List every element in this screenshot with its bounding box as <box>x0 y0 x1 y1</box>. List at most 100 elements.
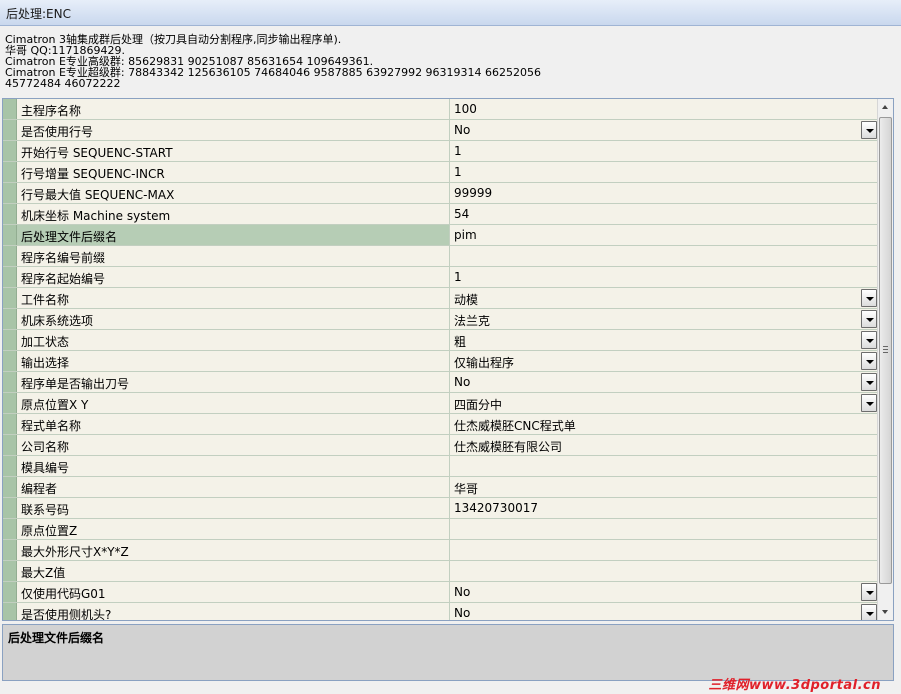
dropdown-arrow-icon[interactable] <box>861 583 877 601</box>
property-name[interactable]: 主程序名称 <box>17 99 450 119</box>
property-row[interactable]: 仅使用代码G01 No <box>3 582 878 603</box>
property-value-field[interactable]: 99999 <box>450 183 878 203</box>
dropdown-arrow-icon[interactable] <box>861 121 877 139</box>
property-value-select[interactable]: No <box>450 603 878 620</box>
property-name[interactable]: 程序单是否输出刀号 <box>17 372 450 392</box>
property-value-field[interactable]: 1 <box>450 141 878 161</box>
info-line: 45772484 46072222 <box>5 77 121 90</box>
property-name[interactable]: 仅使用代码G01 <box>17 582 450 602</box>
property-name[interactable]: 行号增量 SEQUENC-INCR <box>17 162 450 182</box>
dropdown-arrow-icon[interactable] <box>861 373 877 391</box>
property-value-field[interactable]: 1 <box>450 267 878 287</box>
property-value-select[interactable]: 动模 <box>450 288 878 308</box>
property-value-field[interactable]: 54 <box>450 204 878 224</box>
property-value-field[interactable]: 100 <box>450 99 878 119</box>
property-grid-rows: 主程序名称 100 是否使用行号 No 开始行号 SEQUENC-START 1 行号增量 … <box>3 99 878 620</box>
description-title: 后处理文件后缀名 <box>8 631 105 645</box>
property-name[interactable]: 程式单名称 <box>17 414 450 434</box>
property-name[interactable]: 是否使用行号 <box>17 120 450 140</box>
dropdown-arrow-icon[interactable] <box>861 604 877 620</box>
property-row[interactable]: 编程者 华哥 <box>3 477 878 498</box>
property-row[interactable]: 最大Z值 <box>3 561 878 582</box>
property-name[interactable]: 输出选择 <box>17 351 450 371</box>
property-value-select[interactable]: 法兰克 <box>450 309 878 329</box>
property-name[interactable]: 最大外形尺寸X*Y*Z <box>17 540 450 560</box>
property-value-field[interactable]: 华哥 <box>450 477 878 497</box>
property-row[interactable]: 原点位置Z <box>3 519 878 540</box>
property-value-field[interactable]: 13420730017 <box>450 498 878 518</box>
property-row[interactable]: 程序单是否输出刀号 No <box>3 372 878 393</box>
property-value-field[interactable] <box>450 540 878 560</box>
property-row[interactable]: 是否使用侧机头? No <box>3 603 878 620</box>
property-name[interactable]: 加工状态 <box>17 330 450 350</box>
property-name[interactable]: 是否使用侧机头? <box>17 603 450 620</box>
property-name[interactable]: 后处理文件后缀名 <box>17 225 450 245</box>
window-title: 后处理:ENC <box>6 7 71 21</box>
dropdown-arrow-icon[interactable] <box>861 331 877 349</box>
property-value-select[interactable]: No <box>450 582 878 602</box>
property-row[interactable]: 开始行号 SEQUENC-START 1 <box>3 141 878 162</box>
property-name[interactable]: 机床坐标 Machine system <box>17 204 450 224</box>
property-row[interactable]: 最大外形尺寸X*Y*Z <box>3 540 878 561</box>
property-value-text: pim <box>454 228 477 242</box>
scroll-down-arrow-icon[interactable] <box>878 603 893 620</box>
property-name[interactable]: 工件名称 <box>17 288 450 308</box>
property-value-text: 动模 <box>454 293 479 307</box>
property-row[interactable]: 程序名编号前缀 <box>3 246 878 267</box>
property-value-field[interactable] <box>450 561 878 581</box>
property-name[interactable]: 程序名编号前缀 <box>17 246 450 266</box>
scroll-up-arrow-icon[interactable] <box>878 99 893 116</box>
property-value-select[interactable]: 仅输出程序 <box>450 351 878 371</box>
property-name[interactable]: 程序名起始编号 <box>17 267 450 287</box>
property-name[interactable]: 原点位置Z <box>17 519 450 539</box>
property-row[interactable]: 模具编号 <box>3 456 878 477</box>
property-row[interactable]: 加工状态粗 <box>3 330 878 351</box>
property-name[interactable]: 开始行号 SEQUENC-START <box>17 141 450 161</box>
row-gutter <box>3 561 17 581</box>
property-row[interactable]: 主程序名称 100 <box>3 99 878 120</box>
property-row[interactable]: 程式单名称 仕杰威模胚CNC程式单 <box>3 414 878 435</box>
property-name[interactable]: 最大Z值 <box>17 561 450 581</box>
property-row[interactable]: 行号增量 SEQUENC-INCR 1 <box>3 162 878 183</box>
dropdown-arrow-icon[interactable] <box>861 310 877 328</box>
property-value-field[interactable] <box>450 519 878 539</box>
property-row[interactable]: 原点位置X Y 四面分中 <box>3 393 878 414</box>
property-row[interactable]: 程序名起始编号 1 <box>3 267 878 288</box>
property-row[interactable]: 联系号码 13420730017 <box>3 498 878 519</box>
property-row[interactable]: 行号最大值 SEQUENC-MAX 99999 <box>3 183 878 204</box>
property-value-select[interactable]: No <box>450 120 878 140</box>
property-row[interactable]: 机床坐标 Machine system 54 <box>3 204 878 225</box>
property-value-select[interactable]: 四面分中 <box>450 393 878 413</box>
property-row[interactable]: 机床系统选项 法兰克 <box>3 309 878 330</box>
dropdown-arrow-icon[interactable] <box>861 289 877 307</box>
property-row[interactable]: 公司名称 仕杰威模胚有限公司 <box>3 435 878 456</box>
row-gutter <box>3 99 17 119</box>
property-name[interactable]: 公司名称 <box>17 435 450 455</box>
row-gutter <box>3 582 17 602</box>
property-value-field[interactable]: 仕杰威模胚CNC程式单 <box>450 414 878 434</box>
dropdown-arrow-icon[interactable] <box>861 394 877 412</box>
dropdown-arrow-icon[interactable] <box>861 352 877 370</box>
row-gutter <box>3 204 17 224</box>
property-row[interactable]: 工件名称 动模 <box>3 288 878 309</box>
property-name[interactable]: 联系号码 <box>17 498 450 518</box>
row-gutter <box>3 393 17 413</box>
property-value-text: No <box>454 585 471 599</box>
property-value-field[interactable]: 仕杰威模胚有限公司 <box>450 435 878 455</box>
property-value-field[interactable]: pim <box>450 225 878 245</box>
scrollbar-thumb[interactable] <box>879 117 892 584</box>
property-name[interactable]: 机床系统选项 <box>17 309 450 329</box>
property-row[interactable]: 是否使用行号 No <box>3 120 878 141</box>
property-name[interactable]: 原点位置X Y <box>17 393 450 413</box>
property-value-field[interactable] <box>450 456 878 476</box>
property-value-field[interactable] <box>450 246 878 266</box>
property-row[interactable]: 输出选择 仅输出程序 <box>3 351 878 372</box>
property-name[interactable]: 行号最大值 SEQUENC-MAX <box>17 183 450 203</box>
property-value-field[interactable]: 1 <box>450 162 878 182</box>
property-value-select[interactable]: No <box>450 372 878 392</box>
property-value-select[interactable]: 粗 <box>450 330 878 350</box>
property-name[interactable]: 模具编号 <box>17 456 450 476</box>
vertical-scrollbar[interactable] <box>877 99 893 620</box>
property-row[interactable]: 后处理文件后缀名 pim <box>3 225 878 246</box>
property-name[interactable]: 编程者 <box>17 477 450 497</box>
